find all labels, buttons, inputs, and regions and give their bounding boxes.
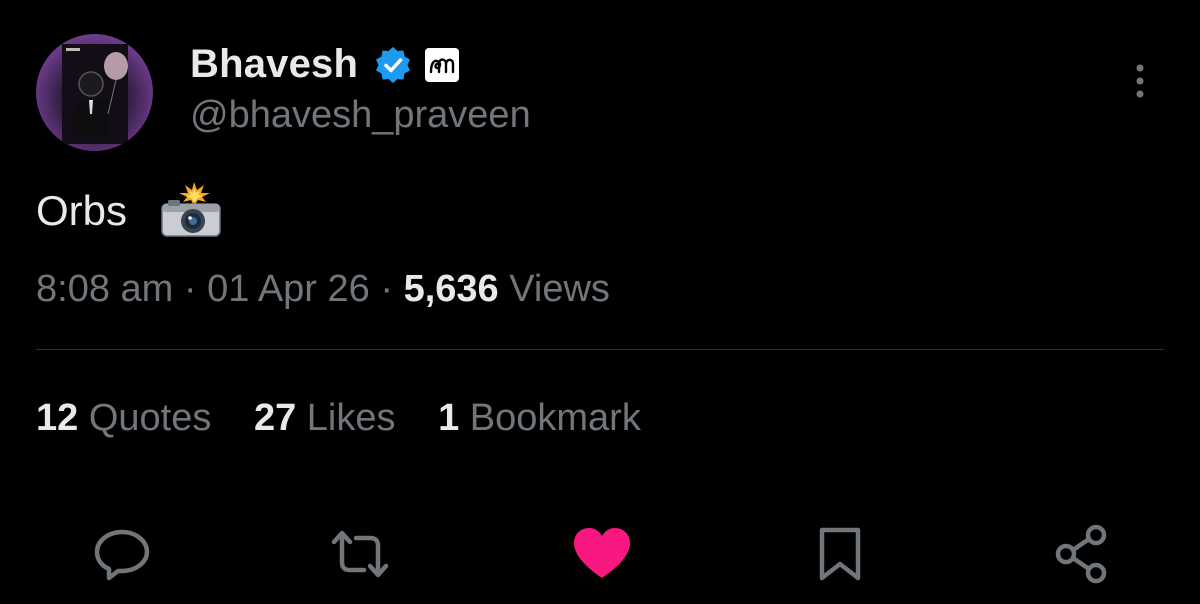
avatar[interactable]: [36, 34, 153, 151]
author-display-name[interactable]: Bhavesh: [190, 40, 358, 88]
more-options-icon[interactable]: [1124, 62, 1156, 102]
reply-icon: [94, 529, 150, 581]
like-icon: [574, 528, 630, 578]
views-label[interactable]: Views: [509, 268, 610, 310]
bookmarks-count: 1: [438, 397, 460, 439]
tweet-date[interactable]: 01 Apr 26: [207, 268, 370, 310]
verified-badge-icon[interactable]: [373, 45, 413, 85]
share-icon: [1055, 524, 1107, 584]
quotes-label: Quotes: [88, 397, 212, 439]
likes-count: 27: [253, 397, 297, 439]
quotes-count: 12: [36, 397, 79, 439]
likes-label: Likes: [306, 397, 396, 439]
likes-stat[interactable]: 27 Likes: [254, 395, 396, 441]
tweet-time[interactable]: 8:08 am: [36, 268, 173, 310]
like-button[interactable]: [570, 522, 634, 586]
engagement-stats: 12 Quotes 27 Likes 1 Bookmark: [36, 395, 673, 441]
bookmark-button[interactable]: [808, 522, 872, 586]
retweet-button[interactable]: [328, 522, 392, 586]
reply-button[interactable]: [90, 522, 154, 586]
tweet-meta: 8:08 am · 01 Apr 26 · 5,636 Views: [36, 266, 610, 312]
camera-with-flash-icon: [160, 182, 222, 238]
avatar-image: [62, 44, 128, 144]
retweet-icon: [331, 530, 389, 578]
meta-separator: ·: [183, 268, 197, 310]
quotes-stat[interactable]: 12 Quotes: [36, 395, 211, 441]
affiliation-badge-icon[interactable]: [425, 48, 459, 82]
divider: [36, 349, 1164, 350]
meta-separator: ·: [380, 268, 393, 310]
author-handle[interactable]: @bhavesh_praveen: [190, 92, 531, 138]
bookmarks-label: Bookmark: [469, 397, 641, 439]
tweet-text: Orbs: [36, 187, 128, 234]
bookmark-icon: [819, 527, 861, 581]
views-count[interactable]: 5,636: [404, 268, 499, 310]
bookmarks-stat[interactable]: 1 Bookmark: [438, 395, 641, 441]
share-button[interactable]: [1050, 522, 1114, 586]
